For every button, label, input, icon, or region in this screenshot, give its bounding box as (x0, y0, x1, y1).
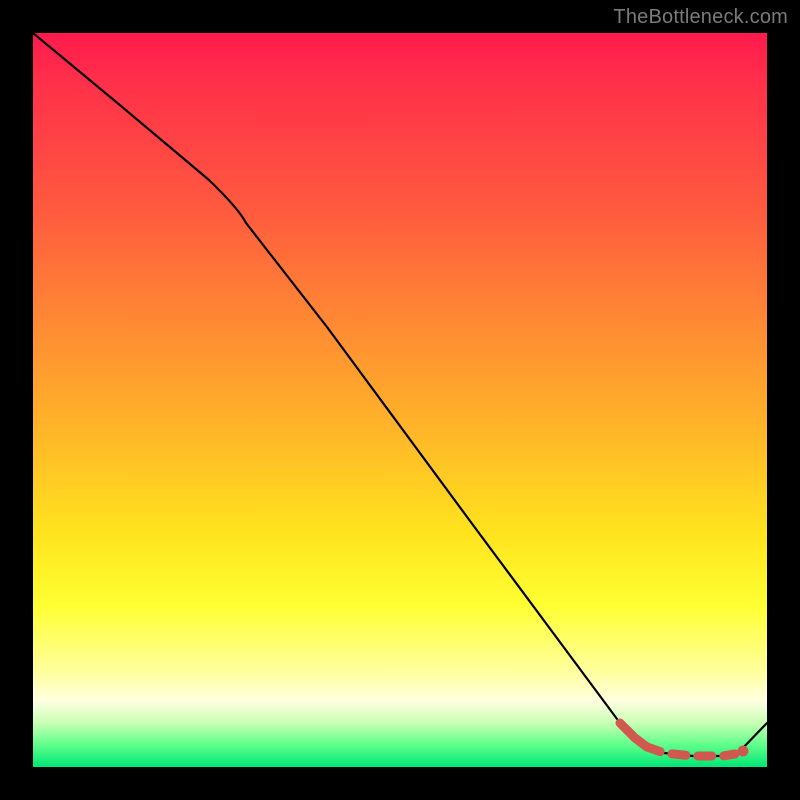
accent-solid (620, 723, 647, 747)
accent-end-dot (738, 746, 749, 757)
chart-overlay (33, 33, 767, 767)
watermark-text: TheBottleneck.com (613, 6, 788, 29)
accent-dashed (647, 747, 735, 756)
main-curve (33, 33, 767, 756)
chart-frame: TheBottleneck.com (0, 0, 800, 800)
